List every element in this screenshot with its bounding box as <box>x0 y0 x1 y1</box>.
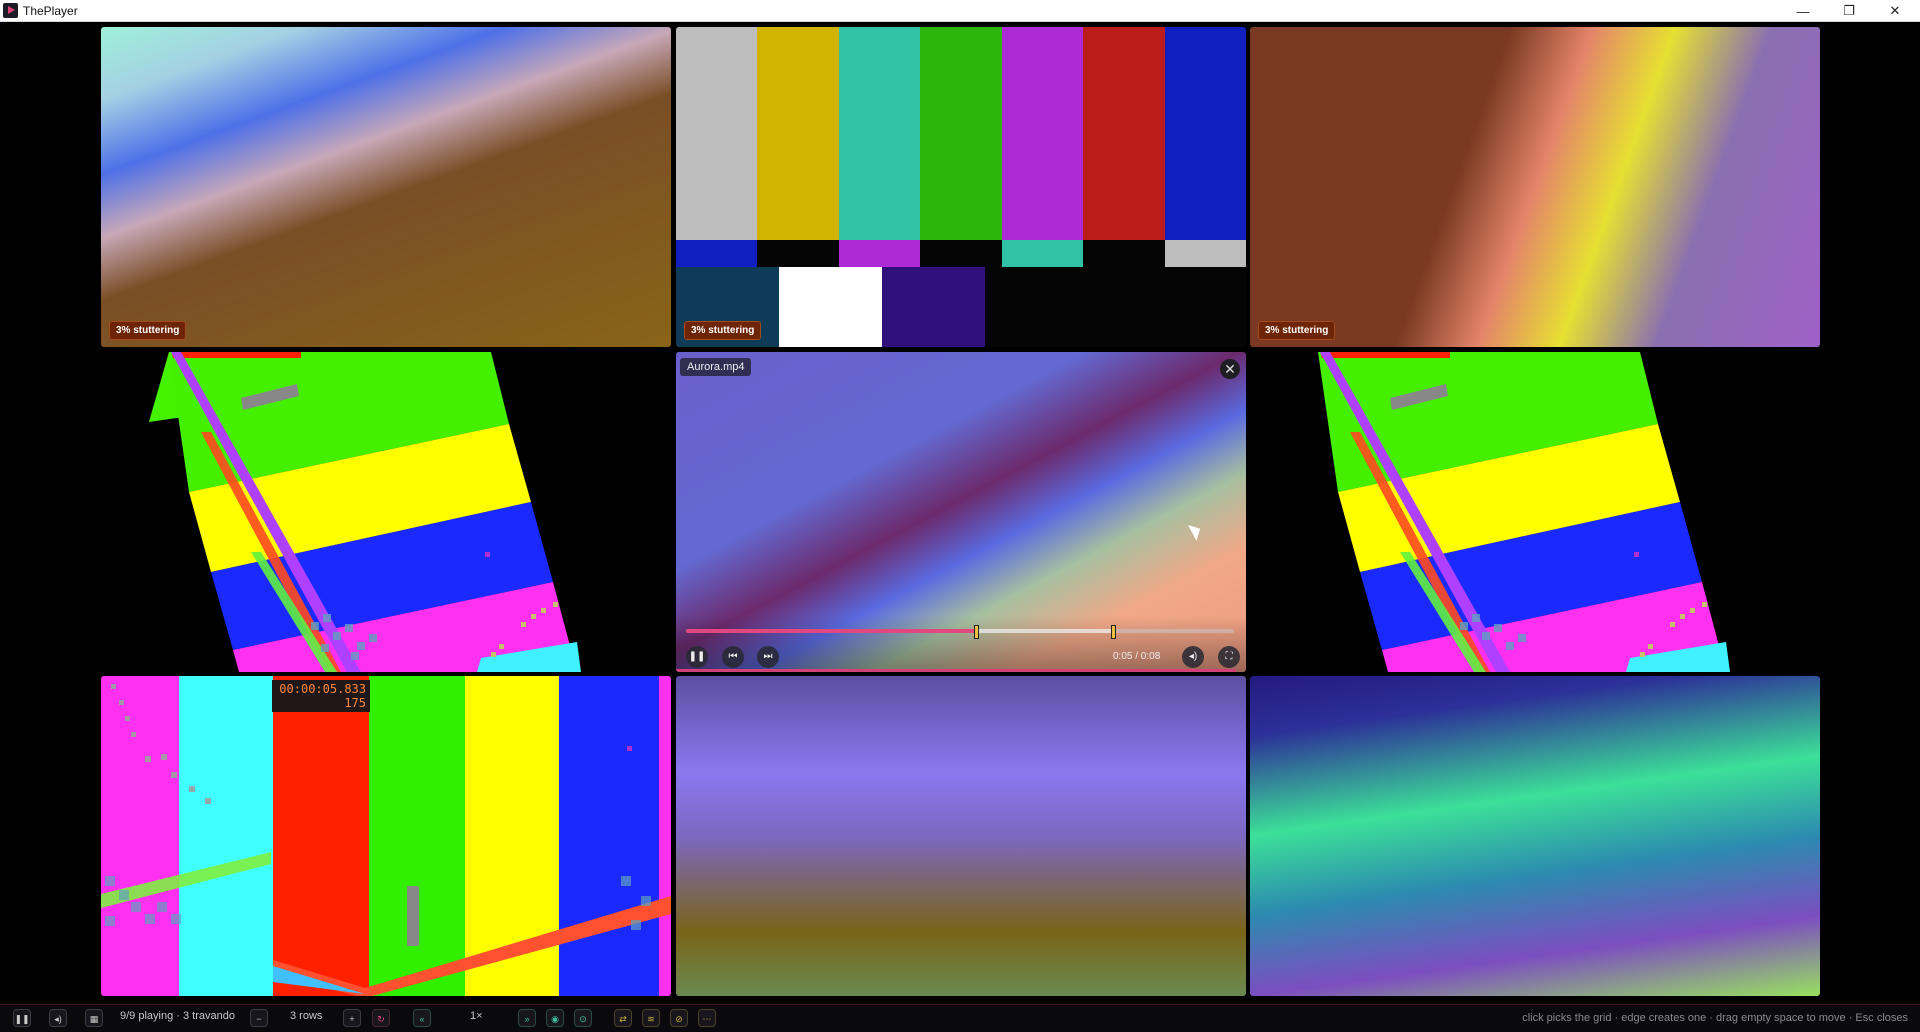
loop-out-marker[interactable] <box>1111 625 1117 639</box>
next-button[interactable]: ⏭ <box>757 646 779 668</box>
app-window: ThePlayer — ❐ ✕ 3% stuttering 3% stutter… <box>0 0 1920 1032</box>
video-tile-8[interactable] <box>676 676 1246 996</box>
video-tile-4[interactable] <box>101 352 671 672</box>
color-bar-chip <box>882 267 985 347</box>
layers-button[interactable]: ≋ <box>642 1009 660 1027</box>
color-bar <box>920 27 1002 240</box>
minimize-button[interactable]: — <box>1780 0 1826 22</box>
playback-status: 9/9 playing · 3 travando <box>120 1010 235 1022</box>
rows-label: 3 rows <box>290 1010 323 1022</box>
vertical-bars-pattern <box>101 676 671 996</box>
color-bar <box>757 27 839 240</box>
close-player-button[interactable]: ✕ <box>1220 359 1240 379</box>
previous-button[interactable]: ⏮ <box>722 646 744 668</box>
loop-range <box>976 629 1114 633</box>
buffer-bar <box>676 669 1236 672</box>
color-bar <box>1083 240 1165 267</box>
shuffle-button[interactable]: ⇄ <box>614 1009 632 1027</box>
video-tile-1[interactable]: 3% stuttering <box>101 27 671 347</box>
decrease-rows-button[interactable]: − <box>250 1009 268 1027</box>
loop-in-marker[interactable] <box>974 625 980 639</box>
video-tile-5-active[interactable]: Aurora.mp4 ✕ ❚❚ ⏮ ⏭ 0:05 / 0:08 ◂) ⛶ <box>676 352 1246 672</box>
test-pattern <box>1250 352 1820 672</box>
pause-all-button[interactable]: ❚❚ <box>13 1009 31 1027</box>
maximize-button[interactable]: ❐ <box>1826 0 1872 22</box>
color-bar <box>757 240 839 267</box>
volume-button[interactable]: ◂) <box>1182 646 1204 668</box>
color-bar <box>920 240 1002 267</box>
snapshot-button[interactable]: ⊙ <box>574 1009 592 1027</box>
color-bar-chip <box>779 267 882 347</box>
video-tile-3[interactable]: 3% stuttering <box>1250 27 1820 347</box>
layout-button[interactable]: ▦ <box>85 1009 103 1027</box>
stutter-badge: 3% stuttering <box>684 321 762 340</box>
forward-button[interactable]: » <box>518 1009 536 1027</box>
more-button[interactable]: ⋯ <box>698 1009 716 1027</box>
color-bar <box>1001 27 1084 240</box>
bottom-toolbar: ❚❚ ◂) ▦ 9/9 playing · 3 travando − 3 row… <box>0 1004 1920 1032</box>
color-bar <box>676 240 758 267</box>
test-pattern <box>101 352 671 672</box>
play-pause-button[interactable]: ❚❚ <box>686 646 708 668</box>
video-tile-7[interactable]: 00:00:05.833 175 <box>101 676 671 996</box>
close-window-button[interactable]: ✕ <box>1872 0 1918 22</box>
video-tile-2[interactable]: 3% stuttering <box>676 27 1246 347</box>
video-tile-9[interactable] <box>1250 676 1820 996</box>
reset-button[interactable]: ↻ <box>372 1009 390 1027</box>
time-readout: 0:05 / 0:08 <box>1113 651 1161 662</box>
color-bar <box>838 27 921 240</box>
seek-bar[interactable] <box>686 625 1234 639</box>
mute-all-button[interactable]: ◂) <box>49 1009 67 1027</box>
seek-progress <box>686 629 977 633</box>
increase-rows-button[interactable]: + <box>343 1009 361 1027</box>
timecode-overlay: 00:00:05.833 175 <box>272 680 370 712</box>
speed-label: 1× <box>470 1010 483 1022</box>
link-button[interactable]: ⊘ <box>670 1009 688 1027</box>
color-bar <box>838 240 921 267</box>
app-logo-icon <box>3 3 18 18</box>
color-bars-top <box>676 27 1246 240</box>
window-title: ThePlayer <box>23 4 78 18</box>
color-bar <box>676 27 758 240</box>
visibility-button[interactable]: ◉ <box>546 1009 564 1027</box>
timecode-frame: 175 <box>344 696 366 710</box>
color-bars-mid <box>676 240 1246 267</box>
color-bar <box>1164 240 1246 267</box>
fullscreen-button[interactable]: ⛶ <box>1218 646 1240 668</box>
player-controls: ❚❚ ⏮ ⏭ 0:05 / 0:08 ◂) ⛶ <box>676 616 1246 672</box>
stutter-badge: 3% stuttering <box>1258 321 1336 340</box>
rewind-button[interactable]: « <box>413 1009 431 1027</box>
file-name-label: Aurora.mp4 <box>680 358 752 376</box>
color-bars-bottom <box>676 267 1246 347</box>
title-bar: ThePlayer — ❐ ✕ <box>0 0 1920 22</box>
color-bar <box>1083 27 1165 240</box>
color-bar <box>1001 240 1084 267</box>
color-bar <box>1164 27 1246 240</box>
help-hint: click picks the grid · edge creates one … <box>1522 1012 1908 1024</box>
stutter-badge: 3% stuttering <box>109 321 187 340</box>
timecode-time: 00:00:05.833 <box>279 682 366 696</box>
video-tile-6[interactable] <box>1250 352 1820 672</box>
